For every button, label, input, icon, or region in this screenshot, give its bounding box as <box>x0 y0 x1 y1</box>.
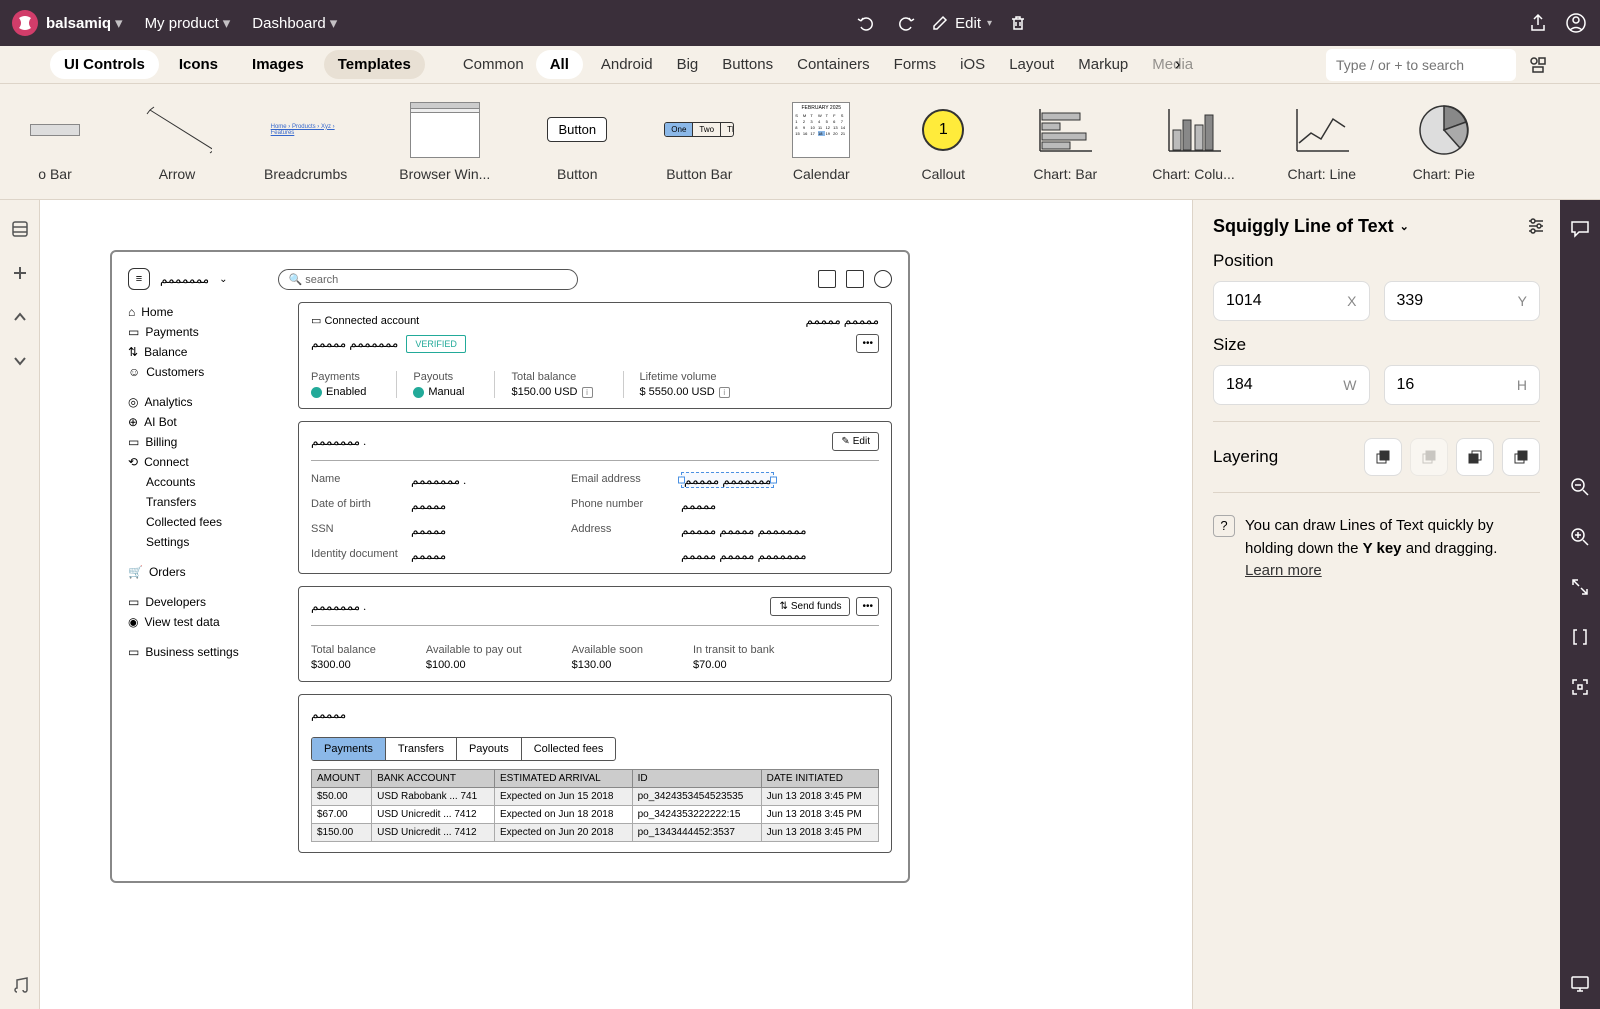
tab-templates[interactable]: Templates <box>324 50 425 79</box>
shelf-item-calendar[interactable]: FEBRUARY 2025SMTWTFS12345678910111213141… <box>786 102 856 182</box>
settings-icon[interactable] <box>1526 216 1546 236</box>
collapse-down-icon[interactable] <box>9 350 31 372</box>
tab-ui-controls[interactable]: UI Controls <box>50 50 159 79</box>
send-to-back-button[interactable] <box>1502 438 1540 476</box>
cat-containers[interactable]: Containers <box>785 50 882 79</box>
cat-all[interactable]: All <box>536 50 583 79</box>
zoom-in-icon[interactable] <box>1569 526 1591 548</box>
cat-markup[interactable]: Markup <box>1066 50 1140 79</box>
chevron-down-icon: ▾ <box>987 18 992 29</box>
more-icon: ••• <box>856 597 879 616</box>
brand-dropdown[interactable]: balsamiq▾ <box>46 14 127 32</box>
component-search-input[interactable] <box>1326 49 1516 81</box>
component-shelf: o Bar Arrow Home › Products › Xyz › Feat… <box>0 84 1600 200</box>
help-icon: ? <box>1213 515 1235 537</box>
left-rail <box>0 200 40 1009</box>
undo-button[interactable] <box>855 11 879 35</box>
brackets-icon[interactable] <box>1569 626 1591 648</box>
mock-card-account: ▭ Connected account ممممم ممممم ممممممم … <box>298 302 892 409</box>
user-icon <box>874 270 892 288</box>
mock-sidebar: ⌂Home ▭Payments ⇅Balance ☺Customers ◎Ana… <box>128 302 278 865</box>
shelf-item-buttonbar[interactable]: OneTwoThreeButton Bar <box>664 102 734 182</box>
tip-text: ? You can draw Lines of Text quickly by … <box>1213 515 1540 583</box>
mock-logo-icon: ≡ <box>128 268 150 290</box>
cat-forms[interactable]: Forms <box>882 50 949 79</box>
shelf-item-bar[interactable]: o Bar <box>20 102 90 182</box>
fullscreen-icon[interactable] <box>1569 576 1591 598</box>
share-button[interactable] <box>1526 11 1550 35</box>
shapes-button[interactable] <box>1526 53 1550 77</box>
mock-card-details: ✎ Edit ممممممم . Nameممممممم .Email addr… <box>298 421 892 574</box>
mock-edit-button: ✎ Edit <box>832 432 879 451</box>
position-label: Position <box>1213 251 1540 271</box>
shelf-item-chart-line[interactable]: Chart: Line <box>1287 102 1357 182</box>
add-icon[interactable] <box>9 262 31 284</box>
cat-layout[interactable]: Layout <box>997 50 1066 79</box>
properties-panel: Squiggly Line of Text ⌄ Position X Y Siz… <box>1192 200 1560 1009</box>
learn-more-link[interactable]: Learn more <box>1245 562 1322 579</box>
right-rail <box>1560 200 1600 1009</box>
shelf-item-chart-column[interactable]: Chart: Colu... <box>1152 102 1234 182</box>
mockup-frame: ≡ ممممممم ⌄ 🔍 search ⌂Home ▭Payments ⇅Ba… <box>110 250 910 883</box>
mock-transactions-table: AMOUNTBANK ACCOUNTESTIMATED ARRIVALIDDAT… <box>311 769 879 842</box>
collapse-up-icon[interactable] <box>9 306 31 328</box>
book-icon <box>818 270 836 288</box>
chevron-down-icon: ▾ <box>115 14 123 32</box>
tab-images[interactable]: Images <box>238 50 318 79</box>
chevron-down-icon: ▾ <box>330 14 338 32</box>
redo-button[interactable] <box>893 11 917 35</box>
zoom-out-icon[interactable] <box>1569 476 1591 498</box>
layering-label: Layering <box>1213 447 1278 467</box>
cat-android[interactable]: Android <box>589 50 665 79</box>
comments-icon[interactable] <box>1569 218 1591 240</box>
tab-icons[interactable]: Icons <box>165 50 232 79</box>
selected-squiggly[interactable]: ممممممم ممممم <box>681 472 774 488</box>
shelf-item-callout[interactable]: 1Callout <box>908 102 978 182</box>
page-dropdown[interactable]: Dashboard▾ <box>252 14 341 32</box>
shelf-item-chart-pie[interactable]: Chart: Pie <box>1409 102 1479 182</box>
shelf-item-button[interactable]: ButtonButton <box>542 102 612 182</box>
shelf-item-browser[interactable]: Browser Win... <box>399 102 490 182</box>
chevron-down-icon: ⌄ <box>1400 220 1409 233</box>
top-bar: balsamiq▾ My product▾ Dashboard▾ Edit▾ <box>0 0 1600 46</box>
size-w-field[interactable]: W <box>1213 365 1370 405</box>
trash-button[interactable] <box>1006 11 1030 35</box>
focus-icon[interactable] <box>1569 676 1591 698</box>
chevron-down-icon: ▾ <box>223 14 231 32</box>
squiggly-text: ممممممم <box>160 272 209 287</box>
mock-card-transactions: ممممم Payments Transfers Payouts Collect… <box>298 694 892 853</box>
shelf-item-chart-bar[interactable]: Chart: Bar <box>1030 102 1100 182</box>
bring-to-front-button[interactable] <box>1410 438 1448 476</box>
mock-card-balance: ••• ⇅ Send funds ممممممم . Total balance… <box>298 586 892 682</box>
cat-ios[interactable]: iOS <box>948 50 997 79</box>
pages-icon[interactable] <box>9 218 31 240</box>
more-icon: ••• <box>856 334 879 353</box>
position-y-field[interactable]: Y <box>1384 281 1541 321</box>
canvas[interactable]: ≡ ممممممم ⌄ 🔍 search ⌂Home ▭Payments ⇅Ba… <box>40 200 1192 1009</box>
cat-big[interactable]: Big <box>665 50 711 79</box>
project-dropdown[interactable]: My product▾ <box>145 14 235 32</box>
mock-send-funds-button: ⇅ Send funds <box>770 597 850 616</box>
size-label: Size <box>1213 335 1540 355</box>
bring-forward-button[interactable] <box>1364 438 1402 476</box>
size-h-field[interactable]: H <box>1384 365 1541 405</box>
category-tab-bar: UI Controls Icons Images Templates Commo… <box>0 46 1600 84</box>
cat-media[interactable]: Media <box>1140 50 1205 79</box>
cat-buttons[interactable]: Buttons <box>710 50 785 79</box>
music-icon[interactable] <box>10 975 32 997</box>
shelf-item-breadcrumbs[interactable]: Home › Products › Xyz › FeaturesBreadcru… <box>264 102 347 182</box>
present-icon[interactable] <box>1569 973 1591 995</box>
send-backward-button[interactable] <box>1456 438 1494 476</box>
account-button[interactable] <box>1564 11 1588 35</box>
balsamiq-logo <box>12 10 38 36</box>
bell-icon <box>846 270 864 288</box>
shelf-item-arrow[interactable]: Arrow <box>142 102 212 182</box>
position-x-field[interactable]: X <box>1213 281 1370 321</box>
cat-common[interactable]: Common <box>451 50 536 79</box>
element-title[interactable]: Squiggly Line of Text ⌄ <box>1213 216 1540 237</box>
edit-button[interactable]: Edit▾ <box>931 14 992 32</box>
mock-search-input: 🔍 search <box>278 269 578 290</box>
chevron-down-icon: ⌄ <box>219 274 227 285</box>
